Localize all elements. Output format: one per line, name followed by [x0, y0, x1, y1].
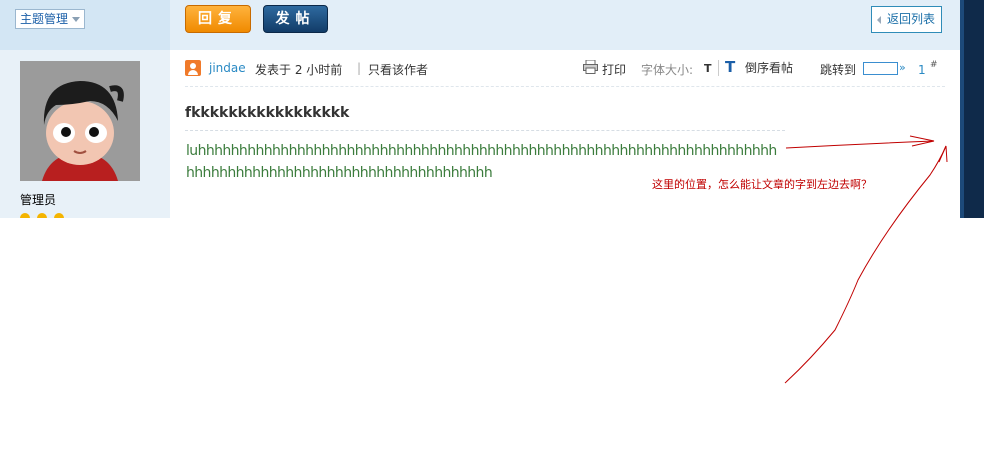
star-icon: [20, 213, 30, 218]
user-role-label: 管理员: [20, 193, 57, 207]
top-toolbar: 主题管理 回复 发帖 返回列表: [0, 0, 960, 50]
jump-floor-input[interactable]: [863, 62, 898, 75]
printer-icon[interactable]: [583, 60, 598, 74]
floor-mark: #: [930, 60, 938, 70]
jump-go-button[interactable]: »: [899, 61, 906, 74]
star-icon: [36, 213, 47, 218]
posted-time: 发表于 2 小时前: [255, 63, 343, 77]
right-edge-highlight: [960, 0, 964, 218]
post-body-line-1: luhhhhhhhhhhhhhhhhhhhhhhhhhhhhhhhhhhhhhh…: [186, 143, 777, 159]
topic-manage-select[interactable]: 主题管理: [15, 9, 85, 29]
right-edge-strip: [960, 0, 984, 218]
print-link[interactable]: 打印: [602, 61, 626, 78]
post-body-line-2: hhhhhhhhhhhhhhhhhhhhhhhhhhhhhhhhhhhhh: [186, 165, 493, 181]
toolbar-left-panel: 主题管理: [0, 0, 170, 50]
font-small-button[interactable]: T: [704, 62, 712, 75]
post-title: fkkkkkkkkkkkkkkkkk: [185, 105, 350, 121]
floor-number-link[interactable]: 1: [918, 63, 926, 77]
arrow-left-icon: [877, 16, 881, 24]
author-sidebar: 管理员: [0, 50, 170, 218]
separator: |: [357, 61, 362, 75]
avatar[interactable]: [20, 61, 140, 181]
title-divider: [185, 130, 785, 131]
font-size-label: 字体大小:: [641, 63, 694, 77]
back-to-list-label: 返回列表: [887, 12, 936, 26]
chevron-down-icon: [72, 17, 80, 22]
font-large-button[interactable]: T: [725, 58, 735, 76]
annotation-note: 这里的位置，怎么能让文章的字到左边去啊？: [652, 178, 872, 191]
user-icon: [185, 60, 201, 76]
reverse-order-link[interactable]: 倒序看帖: [745, 59, 793, 76]
jump-to-label: 跳转到: [820, 63, 857, 77]
divider: [718, 60, 719, 76]
user-rank-stars: [20, 212, 70, 218]
only-author-link[interactable]: 只看该作者: [368, 61, 428, 78]
forum-page: 主题管理 回复 发帖 返回列表 管理员 jindae 发表于 2 小时前 | 只…: [0, 0, 960, 218]
avatar-cartoon-image: [20, 61, 140, 181]
new-post-button[interactable]: 发帖: [263, 5, 328, 33]
reply-button[interactable]: 回复: [185, 5, 251, 33]
back-to-list-button[interactable]: 返回列表: [871, 6, 942, 33]
author-link[interactable]: jindae: [209, 61, 246, 75]
post-header: jindae 发表于 2 小时前 | 只看该作者 打印 字体大小: T T 倒序…: [185, 58, 945, 87]
star-icon: [53, 213, 64, 218]
topic-manage-label: 主题管理: [20, 12, 69, 26]
